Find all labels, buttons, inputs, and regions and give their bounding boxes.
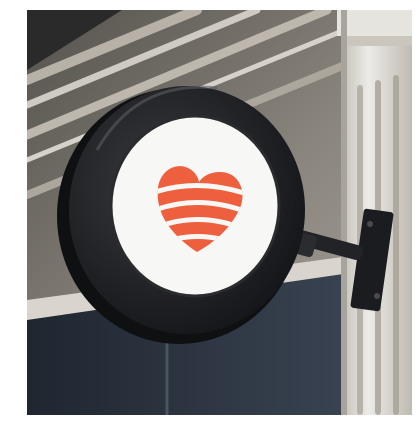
storefront-photo (27, 10, 412, 415)
